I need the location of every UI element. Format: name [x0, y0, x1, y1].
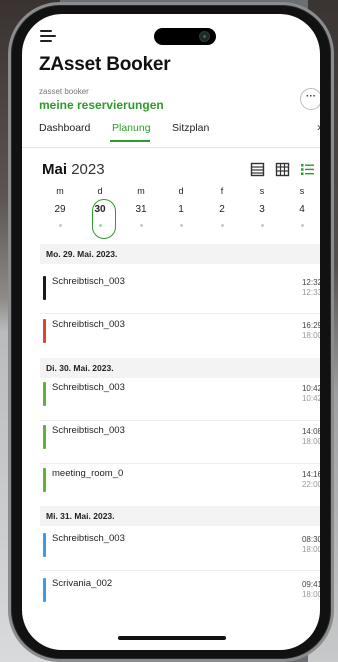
- camera-icon: [199, 31, 210, 42]
- day-cell[interactable]: 29: [40, 204, 80, 215]
- weekday-label: s: [259, 186, 265, 196]
- date-header: Mo. 29. Mai. 2023.: [40, 244, 320, 264]
- weekday-label: d: [178, 186, 184, 196]
- date-header: Mi. 31. Mai. 2023.: [40, 506, 320, 526]
- tab-dashboard[interactable]: Dashboard: [39, 122, 90, 134]
- event-dot: [99, 224, 102, 227]
- more-options-button[interactable]: ···: [300, 88, 320, 110]
- weekday-label: s: [299, 186, 305, 196]
- hamburger-menu-icon[interactable]: [40, 30, 58, 44]
- app-subtitle: zasset booker: [39, 87, 89, 96]
- status-bar: [43, 276, 46, 300]
- start-time: 09:41: [301, 580, 320, 589]
- day-cell[interactable]: 2: [202, 204, 242, 215]
- end-time: 10:42: [301, 394, 320, 403]
- reservation-name: Schreibtisch_003: [52, 276, 125, 287]
- tab-bar: Dashboard Planung Sitzplan ›: [39, 120, 320, 146]
- year-label: 2023: [71, 161, 105, 178]
- weekday-label: f: [220, 186, 224, 196]
- event-dot: [59, 224, 62, 227]
- tab-planung[interactable]: Planung: [112, 122, 151, 134]
- calendar-grid-icon[interactable]: [275, 162, 290, 177]
- page-title: meine reservierungen: [39, 98, 164, 112]
- event-dot: [140, 224, 143, 227]
- end-time: 22:00: [301, 480, 320, 489]
- status-bar: [43, 533, 46, 557]
- reservation-name: Schreibtisch_003: [52, 533, 125, 544]
- reservation-name: Schreibtisch_003: [52, 382, 125, 393]
- reservation-name: meeting_room_0: [52, 468, 124, 479]
- status-bar: [43, 319, 46, 343]
- status-bar: [43, 578, 46, 602]
- reservation-name: Schreibtisch_003: [52, 319, 125, 330]
- end-time: 18:00: [301, 331, 320, 340]
- month-label: Mai 2023: [42, 161, 105, 178]
- start-time: 14:08: [301, 427, 320, 436]
- dynamic-island: [154, 28, 216, 45]
- tab-sitzplan[interactable]: Sitzplan: [172, 122, 209, 134]
- day-cell[interactable]: 1: [161, 204, 201, 215]
- month-name: Mai: [42, 161, 68, 178]
- reservation-name: Schreibtisch_003: [52, 425, 125, 436]
- view-switcher: [248, 160, 320, 180]
- start-time: 12:32: [301, 278, 320, 287]
- home-indicator[interactable]: [118, 636, 226, 640]
- weekday-label: d: [97, 186, 103, 196]
- chevron-right-icon[interactable]: ›: [317, 120, 320, 134]
- app-title: ZAsset Booker: [39, 54, 171, 75]
- active-tab-indicator: [110, 140, 150, 142]
- end-time: 12:33: [301, 288, 320, 297]
- phone-screen: ZAsset Booker zasset booker meine reserv…: [22, 14, 320, 650]
- divider: [40, 570, 320, 571]
- status-bar: [43, 425, 46, 449]
- status-bar: [43, 382, 46, 406]
- weekday-label: m: [137, 186, 145, 196]
- status-bar: [43, 468, 46, 492]
- day-cell[interactable]: 31: [121, 204, 161, 215]
- divider: [40, 463, 320, 464]
- list-view-icon[interactable]: [300, 162, 315, 177]
- event-dot: [180, 224, 183, 227]
- day-cell[interactable]: 4: [282, 204, 320, 215]
- weekday-label: m: [56, 186, 64, 196]
- event-dot: [261, 224, 264, 227]
- divider: [40, 313, 320, 314]
- day-cell-selected[interactable]: 30: [80, 204, 120, 215]
- start-time: 08:30: [301, 535, 320, 544]
- day-cell[interactable]: 3: [242, 204, 282, 215]
- start-time: 10:42: [301, 384, 320, 393]
- divider: [40, 420, 320, 421]
- end-time: 18:00: [301, 437, 320, 446]
- event-dot: [301, 224, 304, 227]
- start-time: 16:29: [301, 321, 320, 330]
- end-time: 18:00: [301, 590, 320, 599]
- date-header: Di. 30. Mai. 2023.: [40, 358, 320, 378]
- start-time: 14:16: [301, 470, 320, 479]
- reservation-name: Scrivania_002: [52, 578, 113, 589]
- end-time: 18:00: [301, 545, 320, 554]
- divider: [22, 147, 320, 148]
- day-list-icon[interactable]: [250, 162, 265, 177]
- event-dot: [221, 224, 224, 227]
